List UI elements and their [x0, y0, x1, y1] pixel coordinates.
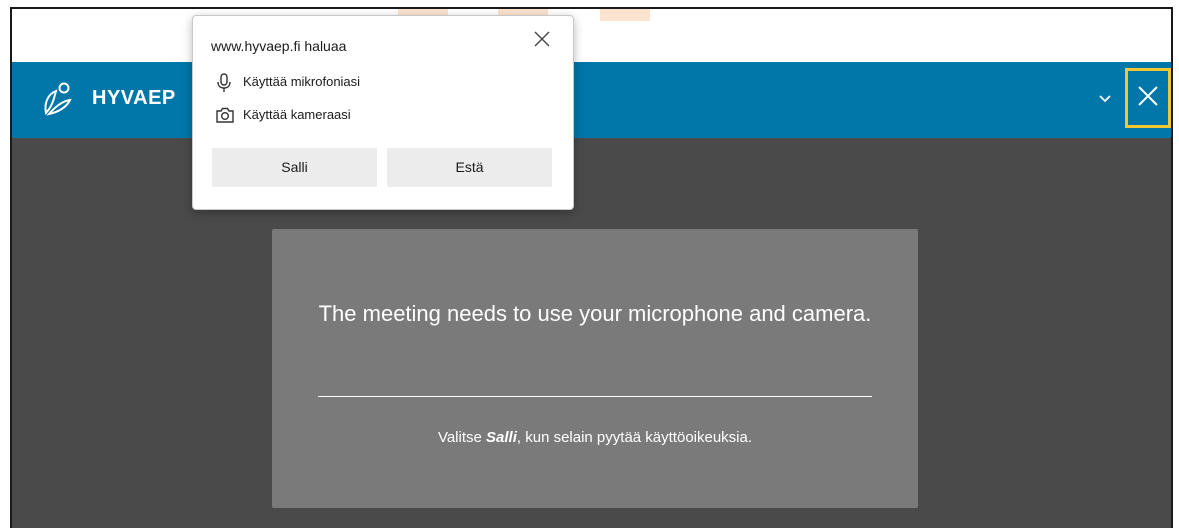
permission-message-card: The meeting needs to use your microphone… — [272, 229, 918, 508]
card-instruction: Valitse Salli, kun selain pyytää käyttöo… — [272, 429, 918, 446]
app-header: HYVAEP — [12, 62, 1171, 138]
card-title: The meeting needs to use your microphone… — [318, 301, 872, 326]
close-button[interactable] — [1125, 68, 1171, 128]
browser-window: HYVAEP The meeting needs to use your mic… — [10, 7, 1173, 528]
decorative-stripe — [600, 9, 650, 21]
permission-label: Käyttää kameraasi — [243, 107, 351, 122]
camera-icon — [216, 107, 234, 123]
allow-button[interactable]: Salli — [212, 148, 377, 187]
permission-label: Käyttää mikrofoniasi — [243, 74, 361, 89]
instruction-prefix: Valitse — [437, 429, 487, 446]
browser-top-area — [12, 9, 1171, 62]
meeting-area: The meeting needs to use your microphone… — [12, 138, 1171, 528]
popup-close-icon[interactable] — [533, 30, 551, 48]
instruction-suffix: , kun selain pyytää käyttöoikeuksia. — [516, 429, 753, 446]
permission-popup: www.hyvaep.fi haluaa Käyttää mikrofonias… — [192, 15, 574, 210]
chevron-down-icon[interactable] — [1097, 91, 1113, 107]
instruction-emphasis: Salli — [486, 429, 517, 446]
brand-name: HYVAEP — [92, 87, 176, 109]
popup-title: www.hyvaep.fi haluaa — [211, 38, 347, 54]
close-icon — [1138, 86, 1158, 106]
block-button[interactable]: Estä — [387, 148, 552, 187]
leaf-logo-icon — [44, 82, 72, 116]
microphone-icon — [217, 73, 231, 92]
divider — [318, 396, 872, 397]
